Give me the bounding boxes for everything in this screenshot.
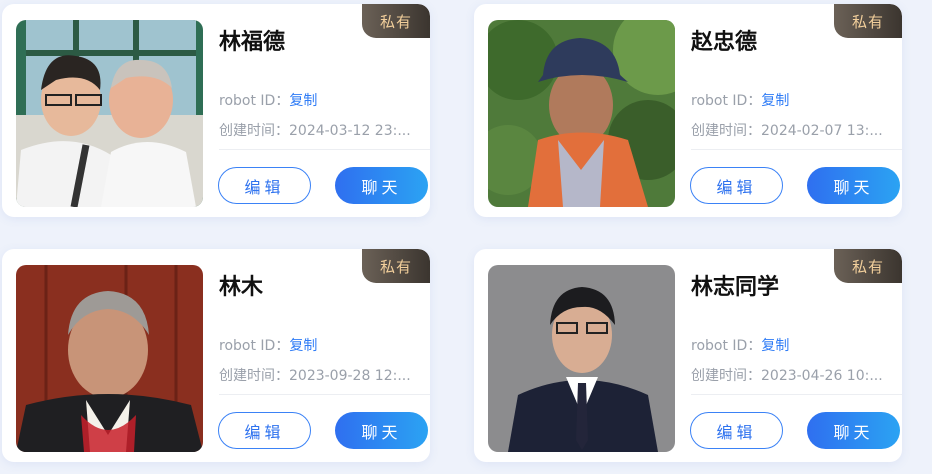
avatar-photo: [488, 20, 675, 207]
created-time-label: 创建时间：: [219, 123, 289, 139]
created-time-value: 2024-02-07 13:...: [761, 123, 883, 139]
created-time-row: 创建时间：2024-03-12 23:...: [219, 120, 430, 140]
divider: [691, 394, 902, 395]
created-time-value: 2023-09-28 12:...: [289, 368, 411, 384]
avatar-photo: [488, 265, 675, 452]
robot-card: 私有 林福德 robot ID：复制 创建时间：2024-03-12 23:..…: [2, 4, 430, 217]
copy-link[interactable]: 复制: [761, 93, 789, 109]
created-time-label: 创建时间：: [691, 123, 761, 139]
robot-card: 私有 林志同学 robot ID：复制 创建时间：2023-04-26 10:.…: [474, 249, 902, 462]
robot-id-row: robot ID：复制: [219, 90, 317, 110]
private-badge: 私有: [834, 4, 902, 38]
chat-button[interactable]: 聊天: [335, 167, 428, 204]
created-time-value: 2024-03-12 23:...: [289, 123, 411, 139]
robot-name: 赵忠德: [691, 30, 758, 55]
robot-id-row: robot ID：复制: [691, 90, 789, 110]
created-time-label: 创建时间：: [219, 368, 289, 384]
divider: [219, 394, 430, 395]
robot-id-label: robot ID：: [691, 338, 762, 354]
edit-button[interactable]: 编辑: [218, 412, 311, 449]
divider: [219, 149, 430, 150]
chat-button[interactable]: 聊天: [807, 167, 900, 204]
chat-button[interactable]: 聊天: [807, 412, 900, 449]
robot-id-label: robot ID：: [691, 93, 762, 109]
avatar-photo: [16, 20, 203, 207]
robot-id-row: robot ID：复制: [219, 335, 317, 355]
robot-id-label: robot ID：: [219, 93, 290, 109]
edit-button[interactable]: 编辑: [690, 412, 783, 449]
robot-name: 林木: [219, 275, 264, 300]
created-time-row: 创建时间：2023-09-28 12:...: [219, 365, 430, 385]
created-time-value: 2023-04-26 10:...: [761, 368, 883, 384]
robot-card: 私有 赵忠德 robot ID：复制 创建时间：2024-02-07 13:..…: [474, 4, 902, 217]
private-badge: 私有: [362, 4, 430, 38]
private-badge: 私有: [834, 249, 902, 283]
robot-name: 林福德: [219, 30, 286, 55]
robot-id-label: robot ID：: [219, 338, 290, 354]
robot-id-row: robot ID：复制: [691, 335, 789, 355]
created-time-row: 创建时间：2024-02-07 13:...: [691, 120, 902, 140]
edit-button[interactable]: 编辑: [218, 167, 311, 204]
edit-button[interactable]: 编辑: [690, 167, 783, 204]
copy-link[interactable]: 复制: [761, 338, 789, 354]
copy-link[interactable]: 复制: [289, 93, 317, 109]
private-badge: 私有: [362, 249, 430, 283]
avatar-photo: [16, 265, 203, 452]
divider: [691, 149, 902, 150]
copy-link[interactable]: 复制: [289, 338, 317, 354]
chat-button[interactable]: 聊天: [335, 412, 428, 449]
created-time-row: 创建时间：2023-04-26 10:...: [691, 365, 902, 385]
created-time-label: 创建时间：: [691, 368, 761, 384]
robot-name: 林志同学: [691, 275, 780, 300]
robot-card: 私有 林木 robot ID：复制 创建时间：2023-09-28 12:...…: [2, 249, 430, 462]
